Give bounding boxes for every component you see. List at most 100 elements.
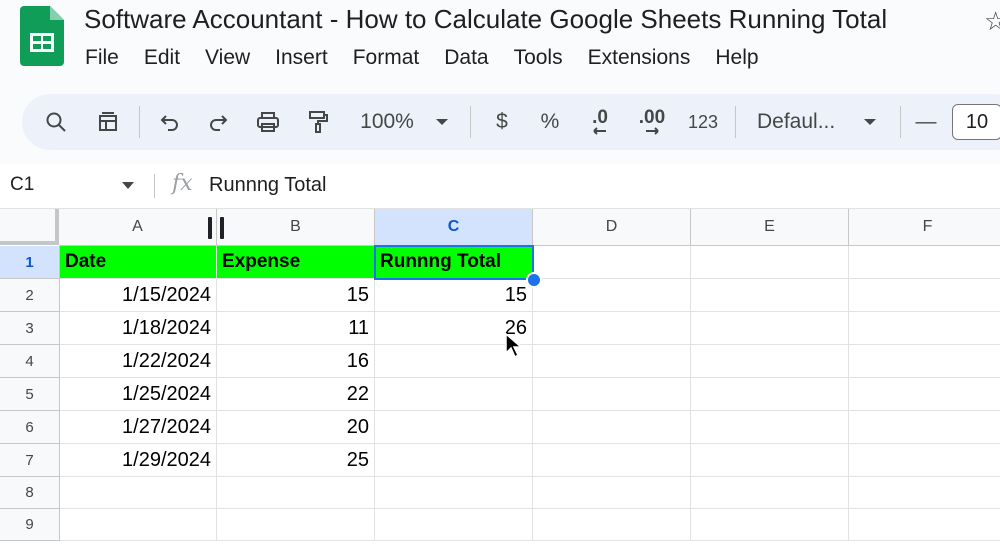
cell-b5[interactable]: 22 (217, 378, 375, 411)
menu-extensions[interactable]: Extensions (588, 46, 704, 70)
cell-e1[interactable] (691, 246, 849, 279)
menu-view[interactable]: View (205, 46, 263, 70)
menu-format[interactable]: Format (353, 46, 433, 70)
column-resize-handle[interactable] (220, 217, 224, 239)
cell-e9[interactable] (691, 509, 849, 541)
cell-f5[interactable] (849, 378, 1000, 411)
menu-insert[interactable]: Insert (275, 46, 341, 70)
menu-help[interactable]: Help (715, 46, 771, 70)
cell-a9[interactable] (60, 509, 217, 541)
paint-format-icon[interactable] (302, 94, 334, 150)
select-all-corner[interactable] (0, 209, 59, 245)
cell-a1[interactable]: Date (60, 246, 217, 279)
zoom-select[interactable]: 100% (352, 94, 422, 150)
cell-d8[interactable] (533, 477, 691, 509)
cell-e7[interactable] (691, 444, 849, 477)
cell-e5[interactable] (691, 378, 849, 411)
cell-f3[interactable] (849, 312, 1000, 345)
column-header-a[interactable]: A (59, 209, 217, 246)
column-header-e[interactable]: E (691, 209, 849, 246)
cell-c2[interactable]: 15 (375, 279, 533, 312)
cell-c5[interactable] (375, 378, 533, 411)
row-header-7[interactable]: 7 (0, 444, 60, 477)
cell-d2[interactable] (533, 279, 691, 312)
decrease-font-size-button[interactable]: — (912, 94, 940, 150)
cell-f9[interactable] (849, 509, 1000, 541)
increase-decimal-button[interactable]: .00 (632, 94, 672, 150)
cell-d9[interactable] (533, 509, 691, 541)
cell-c9[interactable] (375, 509, 533, 541)
search-menus-icon[interactable] (40, 94, 72, 150)
percent-format-button[interactable]: % (536, 94, 564, 150)
column-resize-handle[interactable] (208, 217, 212, 239)
cell-a8[interactable] (60, 477, 217, 509)
star-icon[interactable]: ☆ (984, 6, 1000, 37)
column-header-c[interactable]: C (375, 209, 533, 246)
font-size-input[interactable]: 10 (949, 94, 1000, 150)
cell-b7[interactable]: 25 (217, 444, 375, 477)
cell-b4[interactable]: 16 (217, 345, 375, 378)
fill-handle[interactable] (526, 272, 542, 288)
cell-d5[interactable] (533, 378, 691, 411)
font-select[interactable]: Defaul... (757, 94, 847, 150)
currency-format-button[interactable]: $ (488, 94, 516, 150)
cell-d6[interactable] (533, 411, 691, 444)
cell-c8[interactable] (375, 477, 533, 509)
name-box[interactable]: C1 (10, 174, 34, 196)
cell-a3[interactable]: 1/18/2024 (60, 312, 217, 345)
google-sheets-logo[interactable] (20, 6, 64, 66)
undo-icon[interactable] (154, 94, 186, 150)
cell-f7[interactable] (849, 444, 1000, 477)
cell-c1[interactable]: Runnng Total (375, 246, 533, 279)
name-box-chevron-down-icon[interactable] (122, 182, 134, 189)
row-header-1[interactable]: 1 (0, 246, 60, 279)
cell-a7[interactable]: 1/29/2024 (60, 444, 217, 477)
cell-d7[interactable] (533, 444, 691, 477)
menu-file[interactable]: File (85, 46, 132, 70)
cell-e2[interactable] (691, 279, 849, 312)
print-icon[interactable] (252, 94, 284, 150)
menu-tools[interactable]: Tools (514, 46, 576, 70)
cell-f6[interactable] (849, 411, 1000, 444)
column-header-b[interactable]: B (217, 209, 375, 246)
cell-e4[interactable] (691, 345, 849, 378)
menu-data[interactable]: Data (444, 46, 501, 70)
decrease-decimal-button[interactable]: .0 (582, 94, 618, 150)
tables-icon[interactable] (92, 94, 124, 150)
document-title[interactable]: Software Accountant - How to Calculate G… (84, 4, 887, 35)
cell-b9[interactable] (217, 509, 375, 541)
cell-b3[interactable]: 11 (217, 312, 375, 345)
row-header-6[interactable]: 6 (0, 411, 60, 444)
row-header-5[interactable]: 5 (0, 378, 60, 411)
row-header-3[interactable]: 3 (0, 312, 60, 345)
cell-d3[interactable] (533, 312, 691, 345)
cell-a5[interactable]: 1/25/2024 (60, 378, 217, 411)
column-header-d[interactable]: D (533, 209, 691, 246)
cell-b2[interactable]: 15 (217, 279, 375, 312)
cell-f2[interactable] (849, 279, 1000, 312)
font-chevron-down-icon[interactable] (858, 94, 882, 150)
cell-a4[interactable]: 1/22/2024 (60, 345, 217, 378)
redo-icon[interactable] (202, 94, 234, 150)
cell-f4[interactable] (849, 345, 1000, 378)
menu-edit[interactable]: Edit (144, 46, 193, 70)
cell-c7[interactable] (375, 444, 533, 477)
cell-e3[interactable] (691, 312, 849, 345)
formula-input[interactable]: Runnng Total (209, 174, 327, 197)
cell-e8[interactable] (691, 477, 849, 509)
more-formats-button[interactable]: 123 (684, 94, 722, 150)
cell-f1[interactable] (849, 246, 1000, 279)
zoom-chevron-down-icon[interactable] (430, 94, 454, 150)
cell-a6[interactable]: 1/27/2024 (60, 411, 217, 444)
cell-e6[interactable] (691, 411, 849, 444)
cell-b1[interactable]: Expense (217, 246, 375, 279)
column-header-f[interactable]: F (849, 209, 1000, 246)
row-header-9[interactable]: 9 (0, 509, 60, 541)
cell-b6[interactable]: 20 (217, 411, 375, 444)
row-header-4[interactable]: 4 (0, 345, 60, 378)
cell-c6[interactable] (375, 411, 533, 444)
cell-d1[interactable] (533, 246, 691, 279)
cell-d4[interactable] (533, 345, 691, 378)
cell-b8[interactable] (217, 477, 375, 509)
cell-a2[interactable]: 1/15/2024 (60, 279, 217, 312)
